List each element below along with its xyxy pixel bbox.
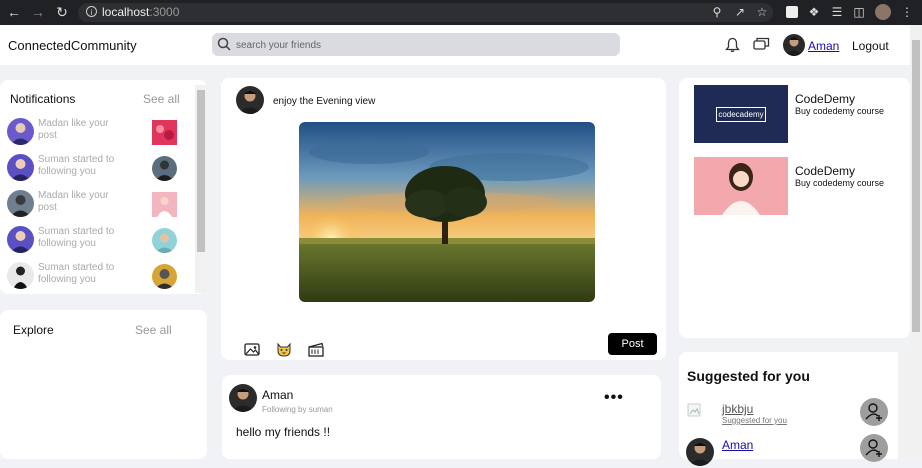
avatar xyxy=(7,190,34,217)
ad-image[interactable] xyxy=(694,157,788,215)
key-icon[interactable]: ⚲ xyxy=(710,5,724,19)
star-icon[interactable]: ☆ xyxy=(755,5,769,19)
avatar[interactable] xyxy=(229,384,257,412)
url-text: localhost:3000 xyxy=(102,5,180,19)
search-input[interactable] xyxy=(234,36,608,54)
ad-image[interactable]: codecademy xyxy=(694,85,788,143)
media-icon[interactable]: ☰ xyxy=(830,5,844,19)
page-scrollbar-thumb[interactable] xyxy=(912,40,920,332)
notification-item[interactable]: Suman started to following you xyxy=(7,152,187,184)
more-options-icon[interactable]: ••• xyxy=(604,389,624,407)
notification-item[interactable]: Madan like your post xyxy=(7,116,187,148)
notification-thumbnail xyxy=(152,192,177,217)
address-bar[interactable]: i localhost:3000 xyxy=(78,3,773,22)
ad-title[interactable]: CodeDemy xyxy=(795,164,855,178)
avatar xyxy=(7,118,34,145)
avatar xyxy=(7,154,34,181)
avatar xyxy=(686,402,714,430)
avatar xyxy=(7,226,34,253)
suggestions-scrollbar[interactable] xyxy=(898,352,910,459)
ad-title[interactable]: CodeDemy xyxy=(795,92,855,106)
post-composer: enjoy the Evening view Post xyxy=(221,78,666,360)
sidepanel-icon[interactable]: ◫ xyxy=(852,5,866,19)
post-button[interactable]: Post xyxy=(608,333,657,355)
browser-toolbar: ← → ↻ i localhost:3000 ⚲ ↗ ☆ ❖ ☰ ◫ ⋮ xyxy=(0,0,922,25)
notifications-panel: Notifications See all Madan like your po… xyxy=(0,80,207,294)
chat-icon[interactable] xyxy=(753,37,770,52)
post-subtitle: Following by suman xyxy=(262,405,333,414)
profile-link[interactable]: Aman xyxy=(808,39,839,53)
notification-item[interactable]: Madan like your post xyxy=(7,188,187,220)
back-icon[interactable]: ← xyxy=(6,4,22,20)
video-upload-icon[interactable] xyxy=(307,340,325,358)
logout-button[interactable]: Logout xyxy=(852,39,889,53)
notifications-title: Notifications xyxy=(10,92,76,106)
post-body: hello my friends !! xyxy=(236,425,331,439)
emoji-icon[interactable] xyxy=(275,340,293,358)
site-info-icon[interactable]: i xyxy=(86,6,97,17)
search-bar[interactable] xyxy=(212,33,620,56)
notification-text: Suman started to following you xyxy=(38,262,115,285)
puzzle-icon[interactable]: ❖ xyxy=(807,5,821,19)
notification-text: Madan like your post xyxy=(38,190,109,213)
notifications-see-all-link[interactable]: See all xyxy=(143,92,180,106)
app-header: ConnectedCommunity Aman Logout xyxy=(0,25,910,65)
image-upload-icon[interactable] xyxy=(243,340,261,358)
explore-see-all-link[interactable]: See all xyxy=(135,323,172,337)
suggestion-subtitle: Suggested for you xyxy=(722,416,787,425)
post-image xyxy=(299,122,595,302)
avatar xyxy=(686,438,714,466)
ads-panel: codecademy CodeDemy Buy codedemy course … xyxy=(679,78,910,338)
extension-icon[interactable] xyxy=(786,6,798,18)
notification-text: Suman started to following you xyxy=(38,154,115,177)
notification-text: Suman started to following you xyxy=(38,226,115,249)
notification-thumbnail xyxy=(152,120,177,145)
post-author[interactable]: Aman xyxy=(262,388,293,402)
add-friend-button[interactable] xyxy=(860,434,888,462)
forward-icon[interactable]: → xyxy=(30,4,46,20)
ad-logo-text: codecademy xyxy=(716,107,766,122)
notification-thumbnail xyxy=(152,228,177,253)
ad-subtitle: Buy codedemy course xyxy=(795,178,885,188)
notification-thumbnail xyxy=(152,156,177,181)
suggestions-title: Suggested for you xyxy=(687,368,810,384)
reload-icon[interactable]: ↻ xyxy=(54,4,70,20)
suggestion-name[interactable]: jbkbju xyxy=(722,402,753,416)
notification-item[interactable]: Suman started to following you xyxy=(7,224,187,256)
add-user-icon xyxy=(865,403,882,421)
post-caption: enjoy the Evening view xyxy=(273,96,376,107)
bell-icon[interactable] xyxy=(725,37,740,53)
browser-profile-avatar[interactable] xyxy=(875,4,891,20)
avatar[interactable] xyxy=(236,86,264,114)
ad-subtitle: Buy codedemy course xyxy=(795,106,885,116)
share-icon[interactable]: ↗ xyxy=(733,5,747,19)
suggestions-panel: Suggested for you jbkbju Suggested for y… xyxy=(679,352,910,466)
search-icon xyxy=(217,37,231,51)
menu-dots-icon[interactable]: ⋮ xyxy=(900,5,914,19)
avatar xyxy=(7,262,34,289)
suggestion-item[interactable]: Aman xyxy=(686,434,896,468)
feed-post: Aman Following by suman ••• hello my fri… xyxy=(222,375,661,459)
notification-thumbnail xyxy=(152,264,177,289)
suggestion-item[interactable]: jbkbju Suggested for you xyxy=(686,398,896,432)
brand-logo[interactable]: ConnectedCommunity xyxy=(8,38,137,53)
add-user-icon xyxy=(865,439,882,457)
add-friend-button[interactable] xyxy=(860,398,888,426)
suggestion-name[interactable]: Aman xyxy=(722,438,753,452)
avatar[interactable] xyxy=(783,34,805,56)
notification-text: Madan like your post xyxy=(38,118,109,141)
explore-panel: Explore See all xyxy=(0,310,207,459)
notification-item[interactable]: Suman started to following you xyxy=(7,260,187,292)
notifications-scrollbar-thumb[interactable] xyxy=(197,90,205,252)
explore-title: Explore xyxy=(13,323,54,337)
